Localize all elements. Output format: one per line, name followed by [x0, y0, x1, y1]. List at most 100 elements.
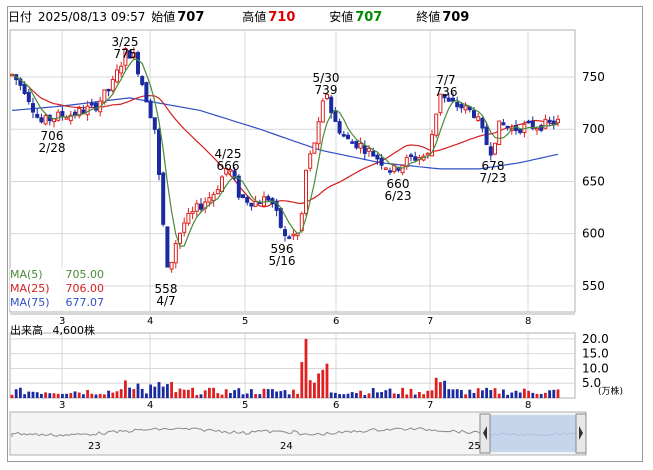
ma75-value: 677.07	[65, 296, 105, 309]
candle-body	[119, 65, 124, 74]
volume-bar	[304, 338, 308, 398]
price-tick-label: 600	[582, 227, 605, 241]
volume-bar	[115, 391, 119, 398]
volume-bar	[48, 393, 52, 398]
volume-bar	[275, 391, 278, 398]
candle-body	[501, 122, 506, 126]
month-tick-label-volume: 7	[427, 400, 433, 411]
month-tick-label-volume: 5	[242, 400, 248, 411]
ma5-legend: MA(5) 705.00	[10, 268, 104, 282]
candle-body	[455, 102, 460, 108]
volume-bar	[203, 390, 207, 398]
candle-body	[140, 76, 145, 85]
volume-bar	[329, 392, 333, 398]
month-tick-label-volume: 3	[59, 400, 65, 411]
candle-body	[434, 113, 439, 136]
annotation-price: 736	[435, 85, 458, 99]
volume-bar	[535, 393, 539, 398]
ma25-legend: MA(25) 706.00	[10, 282, 104, 296]
volume-bar	[77, 392, 81, 398]
candle-body	[518, 128, 523, 134]
volume-bar	[10, 394, 14, 398]
period-navigator[interactable]: 23 24 25	[9, 411, 587, 456]
candle-body	[400, 164, 405, 174]
candle-body	[266, 196, 271, 201]
volume-bar	[506, 394, 509, 398]
volume-bar	[485, 387, 488, 398]
candle-body	[253, 201, 258, 207]
volume-bar	[531, 392, 535, 398]
volume-bar	[35, 392, 39, 398]
volume-bar	[539, 394, 543, 398]
volume-bar	[52, 393, 56, 398]
volume-bar	[174, 392, 178, 398]
volume-bar	[489, 390, 493, 398]
candle-body	[136, 52, 140, 75]
volume-panel-border	[9, 332, 576, 399]
volume-bar	[308, 380, 312, 398]
volume-bar	[325, 363, 329, 398]
candle-body	[249, 202, 254, 207]
candle-body	[287, 236, 292, 239]
volume-bar	[397, 393, 400, 398]
volume-bar	[23, 394, 26, 398]
candle-body	[337, 121, 342, 134]
candle-body	[379, 157, 384, 166]
volume-tick-label: 15.0	[582, 347, 609, 361]
volume-bar	[388, 388, 392, 398]
volume-bar	[233, 390, 236, 398]
candle-body	[35, 113, 40, 118]
volume-bar	[527, 390, 530, 398]
volume-bar	[237, 388, 241, 398]
candle-body	[106, 88, 111, 92]
candle-body	[26, 91, 31, 103]
candle-body	[505, 125, 510, 129]
month-tick-label: 7	[427, 316, 433, 327]
volume-bar	[82, 394, 85, 398]
candle-body	[43, 115, 48, 125]
candle-body	[190, 210, 195, 214]
volume-bar	[384, 390, 388, 398]
volume-bar	[212, 387, 215, 398]
volume-bar	[161, 386, 165, 398]
candle-body	[148, 100, 153, 119]
annotation-date: 6/23	[385, 189, 412, 203]
volume-bar	[140, 388, 144, 398]
volume-bar	[380, 392, 383, 398]
volume-bar	[371, 388, 375, 398]
volume-bar	[413, 394, 417, 398]
price-tick-label: 700	[582, 122, 605, 136]
volume-bar	[178, 388, 182, 398]
volume-bar	[73, 391, 77, 398]
candle-body	[194, 203, 199, 212]
candle-body	[207, 197, 212, 203]
volume-bar	[279, 391, 283, 398]
volume-bar	[510, 392, 514, 398]
month-tick-label-volume: 8	[525, 400, 531, 411]
candle-body	[346, 134, 350, 140]
volume-bar	[224, 389, 228, 398]
month-tick-label: 6	[333, 316, 339, 327]
volume-bar	[182, 389, 186, 398]
candle-body	[329, 96, 334, 114]
candle-body	[463, 105, 468, 111]
candle-body	[341, 134, 346, 137]
stock-chart[interactable]: 750700650600550334455667788 3/257757062/…	[0, 0, 653, 470]
candle-body	[165, 226, 170, 268]
volume-tick-label: 10.0	[582, 361, 609, 375]
candle-body	[161, 172, 166, 225]
volume-bar	[556, 389, 560, 398]
volume-bar	[523, 388, 526, 398]
price-annotations: 3/257757062/28 4/256665/307397/77365584/7…	[39, 35, 507, 308]
candle-body	[31, 103, 35, 113]
candle-body	[115, 69, 119, 83]
candle-body	[493, 142, 497, 155]
volume-bar	[153, 386, 157, 398]
candle-body	[472, 109, 476, 118]
navigator-selection[interactable]	[487, 415, 577, 452]
candle-body	[333, 110, 338, 122]
candle-body	[354, 140, 359, 149]
ma25-value: 706.00	[65, 282, 105, 295]
volume-bar	[401, 387, 404, 398]
candle-body	[245, 197, 250, 203]
